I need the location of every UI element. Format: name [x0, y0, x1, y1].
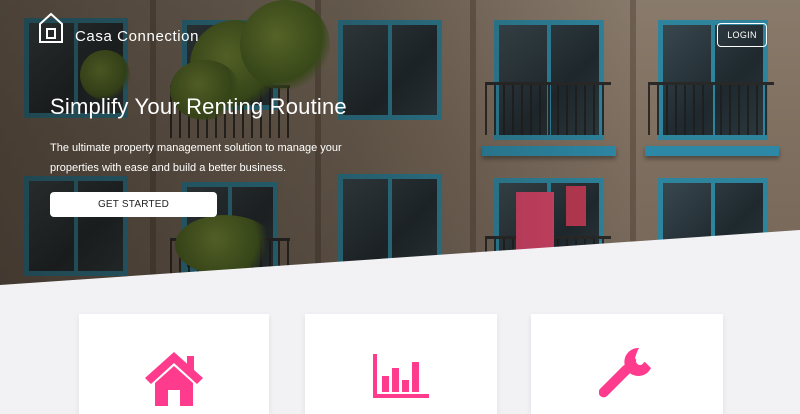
- feature-card-home[interactable]: [79, 314, 269, 414]
- home-icon: [145, 352, 203, 406]
- login-button[interactable]: LOGIN: [717, 23, 767, 47]
- bar-chart-icon: [373, 354, 429, 398]
- hero-headline: Simplify Your Renting Routine: [50, 94, 347, 119]
- feature-card-maintenance[interactable]: [531, 314, 723, 414]
- wrench-icon: [599, 347, 651, 398]
- brand-name[interactable]: Casa Connection: [75, 28, 199, 45]
- hero-subline: The ultimate property management solutio…: [50, 142, 342, 174]
- get-started-button[interactable]: GET STARTED: [50, 192, 217, 217]
- feature-card-analytics[interactable]: [305, 314, 497, 414]
- house-outline-icon[interactable]: [38, 12, 64, 44]
